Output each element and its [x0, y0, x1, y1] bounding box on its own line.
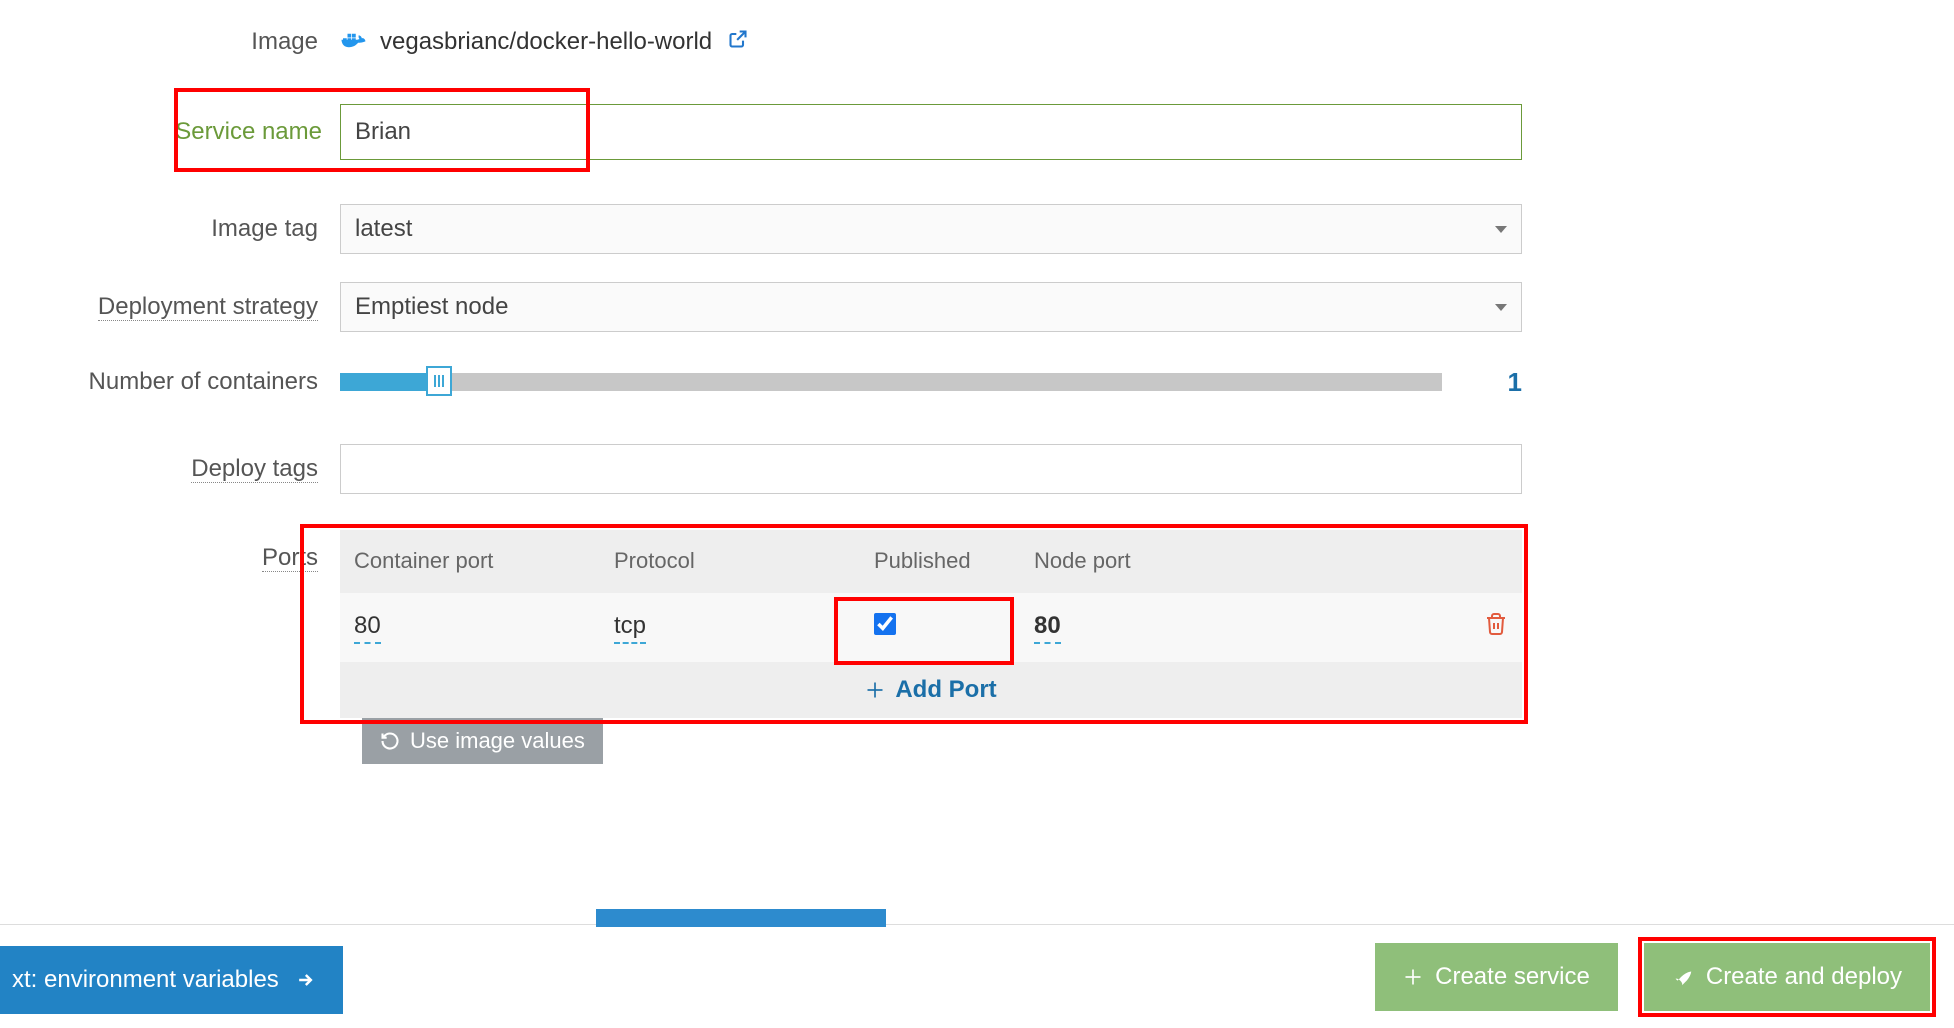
- containers-value: 1: [1482, 367, 1522, 398]
- create-deploy-label: Create and deploy: [1706, 963, 1902, 991]
- containers-slider[interactable]: [340, 373, 1442, 391]
- deployment-strategy-label: Deployment strategy: [40, 293, 340, 321]
- image-label: Image: [40, 28, 340, 56]
- create-service-button[interactable]: Create service: [1375, 943, 1618, 1011]
- undo-icon: [380, 731, 400, 751]
- container-port-value[interactable]: 80: [354, 612, 381, 644]
- deployment-strategy-value: Emptiest node: [355, 293, 508, 321]
- chevron-down-icon: [1495, 226, 1507, 233]
- ports-label: Ports: [40, 530, 340, 572]
- plus-icon: [865, 680, 885, 700]
- protocol-value[interactable]: tcp: [614, 612, 646, 644]
- highlight-box: Create and deploy: [1638, 937, 1936, 1017]
- ports-header-row: Container port Protocol Published Node p…: [340, 530, 1522, 592]
- create-service-label: Create service: [1435, 963, 1590, 991]
- image-tag-select[interactable]: latest: [340, 204, 1522, 254]
- plus-icon: [1403, 967, 1423, 987]
- footer-bar: xt: environment variables Create service…: [0, 924, 1954, 1028]
- image-name-text: vegasbrianc/docker-hello-world: [380, 28, 712, 56]
- deployment-strategy-select[interactable]: Emptiest node: [340, 282, 1522, 332]
- image-value: vegasbrianc/docker-hello-world: [340, 28, 748, 56]
- service-name-label: Service name: [40, 112, 340, 152]
- slider-handle[interactable]: [426, 366, 452, 396]
- deploy-tags-label: Deploy tags: [40, 455, 340, 483]
- service-name-input[interactable]: [340, 104, 1522, 160]
- col-node-port: Node port: [1034, 548, 1254, 574]
- next-env-label: xt: environment variables: [12, 966, 279, 994]
- docker-icon: [340, 30, 370, 54]
- add-port-button[interactable]: Add Port: [340, 662, 1522, 718]
- deploy-tags-input[interactable]: [340, 444, 1522, 494]
- col-container-port: Container port: [354, 548, 614, 574]
- arrow-right-icon: [295, 970, 315, 990]
- image-tag-value: latest: [355, 215, 412, 243]
- chevron-down-icon: [1495, 304, 1507, 311]
- create-deploy-button[interactable]: Create and deploy: [1644, 943, 1930, 1011]
- ports-row: 80 tcp 80: [340, 592, 1522, 662]
- use-image-values-button[interactable]: Use image values: [362, 718, 603, 764]
- num-containers-label: Number of containers: [40, 368, 340, 396]
- col-published: Published: [874, 548, 1034, 574]
- partial-button[interactable]: [596, 909, 886, 927]
- use-image-values-label: Use image values: [410, 728, 585, 754]
- col-protocol: Protocol: [614, 548, 874, 574]
- delete-port-button[interactable]: [1484, 611, 1508, 644]
- image-tag-label: Image tag: [40, 215, 340, 243]
- rocket-icon: [1672, 966, 1694, 988]
- add-port-label: Add Port: [895, 676, 996, 704]
- external-link-icon[interactable]: [728, 28, 748, 56]
- published-checkbox[interactable]: [874, 613, 896, 635]
- node-port-value[interactable]: 80: [1034, 612, 1061, 644]
- next-env-button[interactable]: xt: environment variables: [0, 946, 343, 1014]
